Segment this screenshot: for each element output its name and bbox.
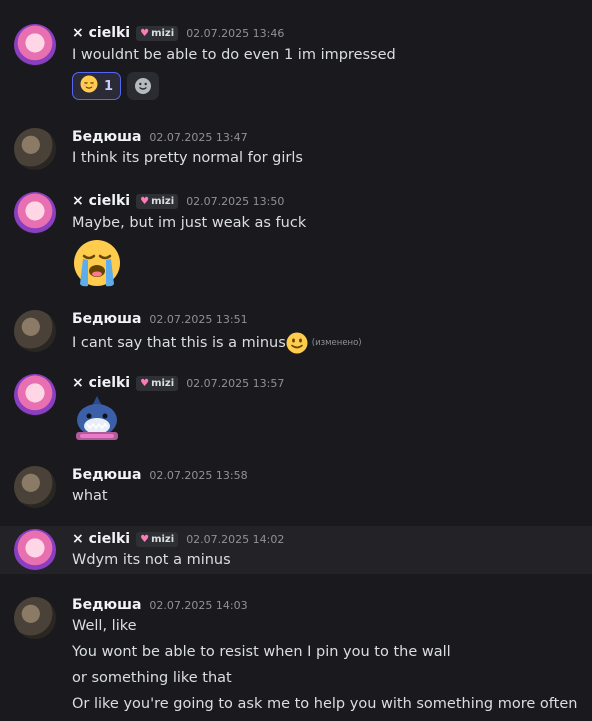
timestamp: 02.07.2025 14:03 [149,598,248,612]
message-text: what [72,488,108,504]
avatar[interactable] [14,597,56,639]
author-name[interactable]: Бедюша [72,311,141,327]
message-text: I wouldnt be able to do even 1 im impres… [72,47,396,63]
timestamp: 02.07.2025 13:50 [186,194,285,208]
message-text: Maybe, but im just weak as fuck [72,215,307,231]
message: Бедюша 02.07.2025 13:47 I think its pret… [0,120,592,172]
guild-tag[interactable]: ♥ mizi [136,531,179,547]
timestamp: 02.07.2025 13:57 [186,376,285,390]
timestamp: 02.07.2025 13:47 [149,130,248,144]
message-text: I cant say that this is a minus (изменен… [72,332,362,354]
message: × cielki ♥ mizi 02.07.2025 13:50 Maybe, b… [0,186,592,292]
loudly-crying-face-icon[interactable] [72,238,122,288]
avatar[interactable] [14,128,56,170]
author-name[interactable]: × cielki [72,25,130,41]
reaction-count: 1 [104,78,114,94]
avatar[interactable] [14,310,56,352]
author-name[interactable]: × cielki [72,531,130,547]
guild-tag[interactable]: ♥ mizi [136,375,179,391]
author-name[interactable]: Бедюша [72,597,141,613]
timestamp: 02.07.2025 14:02 [186,532,285,546]
timestamp: 02.07.2025 13:58 [149,468,248,482]
message: × cielki ♥ mizi 02.07.2025 14:02 Wdym its… [0,526,592,574]
message-text: or something like that [72,670,232,686]
avatar[interactable] [14,466,56,508]
heart-icon: ♥ [140,377,150,389]
author-name[interactable]: × cielki [72,193,130,209]
edited-label: (изменено) [311,338,362,348]
avatar[interactable] [14,374,56,416]
message: Бедюша 02.07.2025 13:58 what [0,458,592,510]
timestamp: 02.07.2025 13:46 [186,26,285,40]
avatar[interactable] [14,529,56,571]
message: × cielki ♥ mizi 02.07.2025 13:57 [0,368,592,450]
author-name[interactable]: Бедюша [72,129,141,145]
heart-icon: ♥ [140,533,150,545]
guild-tag[interactable]: ♥ mizi [136,193,179,209]
message-text: Wdym its not a minus [72,552,231,568]
author-name[interactable]: × cielki [72,375,130,391]
add-reaction-button[interactable] [127,72,160,100]
slightly-smiling-face-icon [286,332,308,354]
heart-icon: ♥ [140,195,150,207]
message-text: I think its pretty normal for girls [72,150,303,166]
message: Бедюша 02.07.2025 13:51 I cant say that … [0,302,592,354]
avatar[interactable] [14,192,56,234]
heart-icon: ♥ [140,27,150,39]
avatar[interactable] [14,24,56,66]
message: × cielki ♥ mizi 02.07.2025 13:46 I wouldn… [0,18,592,108]
message-text: You wont be able to resist when I pin yo… [72,644,451,660]
message: Бедюша 02.07.2025 14:03 Well, like You w… [0,589,592,721]
message-text: Or like you're going to ask me to help y… [72,696,578,712]
relieved-face-icon [80,75,98,97]
guild-tag[interactable]: ♥ mizi [136,25,179,41]
smiley-add-icon [135,78,152,94]
author-name[interactable]: Бедюша [72,467,141,483]
timestamp: 02.07.2025 13:51 [149,312,248,326]
message-text: Well, like [72,618,137,634]
reaction-relieved[interactable]: 1 [72,72,122,100]
shark-sticker[interactable] [72,394,122,442]
